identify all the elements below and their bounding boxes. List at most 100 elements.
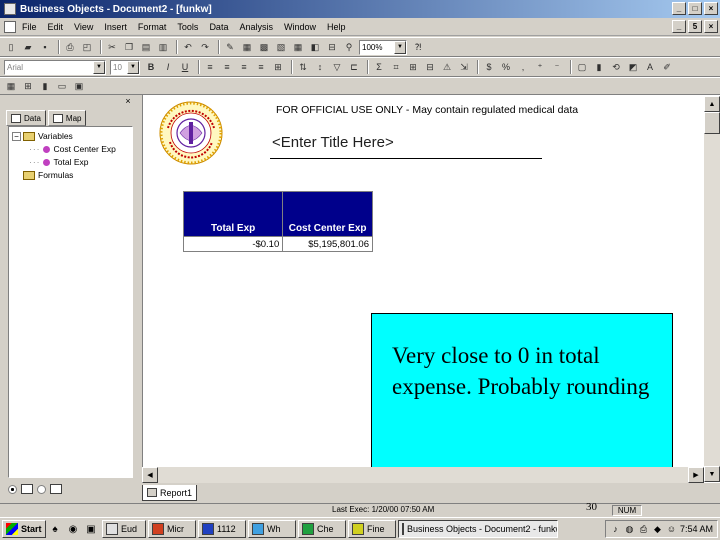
- view-radio-grid[interactable]: [37, 484, 46, 494]
- italic-icon[interactable]: I: [161, 60, 175, 74]
- menu-insert[interactable]: Insert: [104, 22, 127, 32]
- line-color-icon[interactable]: ✐: [660, 60, 674, 74]
- taskbar-item-business-objects[interactable]: Business Objects - Document2 - funkw: [398, 520, 558, 538]
- menu-edit[interactable]: Edit: [48, 22, 64, 32]
- fill-color-icon[interactable]: ◩: [626, 60, 640, 74]
- view-radio-list[interactable]: [8, 484, 17, 494]
- chevron-down-icon[interactable]: ▼: [93, 60, 105, 74]
- rank-icon[interactable]: ⇅: [296, 60, 310, 74]
- tab-map[interactable]: Map: [47, 110, 87, 126]
- crosstab-icon[interactable]: ▩: [257, 40, 271, 54]
- table-cell-cost-center-exp[interactable]: $5,195,801.06: [282, 236, 373, 252]
- insert-chart-icon[interactable]: ▮: [38, 79, 52, 93]
- table-view-icon[interactable]: ▦: [240, 40, 254, 54]
- zoom-select[interactable]: 100% ▼: [359, 39, 407, 55]
- filter-icon[interactable]: ⊟: [325, 40, 339, 54]
- font-name-select[interactable]: Arial ▼: [4, 59, 106, 75]
- table-cell-total-exp[interactable]: -$0.10: [182, 236, 284, 252]
- tree-item-total-exp[interactable]: ··· Total Exp: [29, 157, 88, 167]
- help-pointer-icon[interactable]: ⁈: [411, 40, 425, 54]
- filter-funnel-icon[interactable]: ▽: [330, 60, 344, 74]
- underline-icon[interactable]: U: [178, 60, 192, 74]
- quicklaunch-app-icon[interactable]: ♠: [48, 522, 62, 536]
- redo-icon[interactable]: ↷: [198, 40, 212, 54]
- vertical-scrollbar[interactable]: ▲ ▼: [704, 96, 720, 482]
- taskbar-item-eud[interactable]: Eud: [102, 520, 146, 538]
- font-color-icon[interactable]: A: [643, 60, 657, 74]
- chevron-down-icon[interactable]: ▼: [394, 40, 406, 54]
- paste-icon[interactable]: ▤: [139, 40, 153, 54]
- undo-icon[interactable]: ↶: [181, 40, 195, 54]
- menu-help[interactable]: Help: [327, 22, 346, 32]
- taskbar-item-wh[interactable]: Wh: [248, 520, 296, 538]
- network-icon[interactable]: ◍: [624, 524, 635, 535]
- font-size-select[interactable]: 10 ▼: [110, 59, 140, 75]
- insert-row-icon[interactable]: ⊟: [423, 60, 437, 74]
- break-icon[interactable]: ⊏: [347, 60, 361, 74]
- sum-icon[interactable]: Σ: [372, 60, 386, 74]
- menu-data[interactable]: Data: [209, 22, 228, 32]
- doc-minimize-button[interactable]: _: [672, 20, 686, 33]
- menu-tools[interactable]: Tools: [177, 22, 198, 32]
- taskbar-item-che[interactable]: Che: [298, 520, 346, 538]
- justify-icon[interactable]: ≡: [254, 60, 268, 74]
- collapse-icon[interactable]: −: [12, 131, 21, 141]
- drill-icon[interactable]: ⇲: [457, 60, 471, 74]
- sort-icon[interactable]: ↕: [313, 60, 327, 74]
- document-icon[interactable]: [4, 20, 16, 33]
- bold-icon[interactable]: B: [144, 60, 158, 74]
- doc-restore-button[interactable]: 5: [688, 20, 702, 33]
- borders-icon[interactable]: ▢: [575, 60, 589, 74]
- start-button[interactable]: Start: [2, 520, 46, 538]
- scroll-up-icon[interactable]: ▲: [704, 96, 720, 112]
- insert-table-icon[interactable]: ▦: [4, 79, 18, 93]
- variables-tree[interactable]: − Variables ··· Cost Center Exp ··· Tota…: [8, 126, 133, 478]
- quicklaunch-desktop-icon[interactable]: ▣: [84, 522, 98, 536]
- tree-node-variables[interactable]: − Variables: [12, 131, 73, 141]
- cut-icon[interactable]: ✂: [105, 40, 119, 54]
- table-header-total-exp[interactable]: Total Exp: [182, 191, 284, 237]
- scroll-left-icon[interactable]: ◀: [142, 467, 158, 483]
- doc-close-button[interactable]: ×: [704, 20, 718, 33]
- print-icon[interactable]: ⎙: [63, 40, 77, 54]
- chart-view-icon[interactable]: ▧: [274, 40, 288, 54]
- save-icon[interactable]: ▪: [38, 40, 52, 54]
- new-document-icon[interactable]: ▯: [4, 40, 18, 54]
- menu-analysis[interactable]: Analysis: [239, 22, 273, 32]
- align-right-icon[interactable]: ≡: [237, 60, 251, 74]
- volume-icon[interactable]: ♪: [610, 524, 621, 535]
- tab-report1[interactable]: Report1: [142, 485, 198, 501]
- taskbar-item-micr[interactable]: Micr: [148, 520, 196, 538]
- maximize-button[interactable]: □: [688, 2, 702, 15]
- percent-icon[interactable]: %: [499, 60, 513, 74]
- insert-cell-icon[interactable]: ▭: [55, 79, 69, 93]
- close-button[interactable]: ×: [704, 2, 718, 15]
- zoom-icon[interactable]: ⚲: [342, 40, 356, 54]
- thousands-icon[interactable]: ,: [516, 60, 530, 74]
- printer-icon[interactable]: ⎙: [638, 524, 649, 535]
- taskbar-item-fine[interactable]: Fine: [348, 520, 396, 538]
- clock[interactable]: 7:54 AM: [680, 524, 713, 534]
- grid-icon[interactable]: ▦: [291, 40, 305, 54]
- scroll-down-icon[interactable]: ▼: [704, 466, 720, 482]
- open-folder-icon[interactable]: ▰: [21, 40, 35, 54]
- tree-node-formulas[interactable]: Formulas: [23, 170, 73, 180]
- currency-icon[interactable]: $: [482, 60, 496, 74]
- chart-icon[interactable]: ▮: [592, 60, 606, 74]
- tree-item-cost-center-exp[interactable]: ··· Cost Center Exp: [29, 144, 116, 154]
- taskbar-item-1112[interactable]: 1112: [198, 520, 246, 538]
- messenger-icon[interactable]: ☺: [666, 524, 677, 535]
- menu-window[interactable]: Window: [284, 22, 316, 32]
- quicklaunch-explorer-icon[interactable]: ◉: [66, 522, 80, 536]
- tab-data[interactable]: Data: [6, 110, 46, 126]
- report-table[interactable]: Total Exp Cost Center Exp -$0.10 $5,195,…: [182, 191, 373, 252]
- window-titlebar[interactable]: Business Objects - Document2 - [funkw] _…: [0, 0, 720, 18]
- structure-icon[interactable]: ◧: [308, 40, 322, 54]
- minimize-button[interactable]: _: [672, 2, 686, 15]
- menu-format[interactable]: Format: [138, 22, 167, 32]
- calculation-icon[interactable]: ⌗: [389, 60, 403, 74]
- table-header-cost-center-exp[interactable]: Cost Center Exp: [282, 191, 373, 237]
- pivot-icon[interactable]: ⟲: [609, 60, 623, 74]
- increase-decimal-icon[interactable]: ⁺: [533, 60, 547, 74]
- merge-icon[interactable]: ⊞: [271, 60, 285, 74]
